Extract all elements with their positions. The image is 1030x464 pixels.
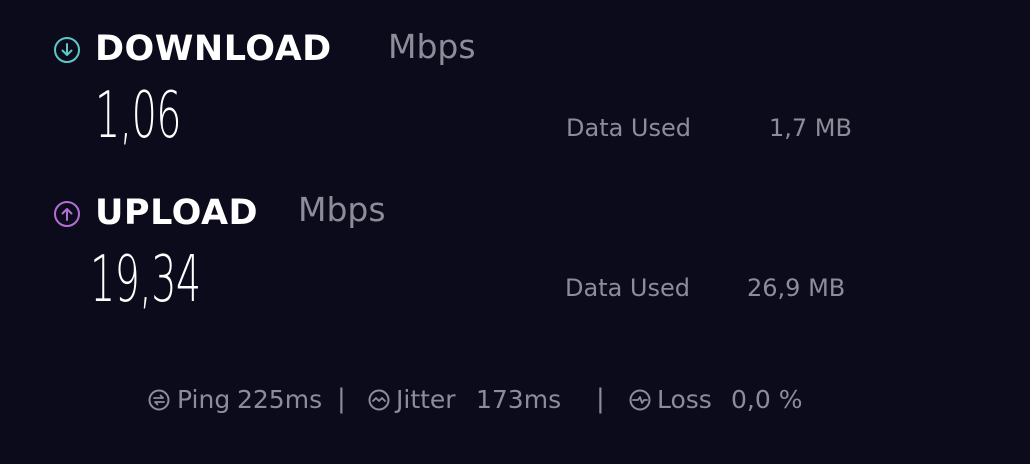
stats-row: Ping 225ms | Jitter 173ms | Loss 0,0 % xyxy=(0,380,1030,420)
upload-data-used-label: Data Used xyxy=(565,274,691,302)
download-data-used-value: 1,7 MB xyxy=(769,114,852,142)
jitter-icon xyxy=(368,389,390,411)
upload-title: UPLOAD xyxy=(95,193,259,233)
download-title: DOWNLOAD xyxy=(95,29,332,69)
loss-label: Loss xyxy=(657,385,712,414)
arrow-down-circle-icon xyxy=(54,37,80,63)
upload-unit: Mbps xyxy=(298,190,386,229)
download-section: DOWNLOAD Mbps 1,06 Data Used 1,7 MB xyxy=(0,0,1030,170)
upload-data-used-value: 26,9 MB xyxy=(747,274,846,302)
upload-section: UPLOAD Mbps 19,34 Data Used 26,9 MB xyxy=(0,180,1030,330)
download-speed-value: 1,06 xyxy=(95,79,181,153)
loss-icon xyxy=(629,389,651,411)
stats-separator: | xyxy=(596,384,605,414)
ping-label: Ping xyxy=(177,385,231,414)
ping-icon xyxy=(148,389,170,411)
download-unit: Mbps xyxy=(388,27,476,66)
upload-speed-value: 19,34 xyxy=(90,243,201,317)
arrow-up-circle-icon xyxy=(54,201,80,227)
ping-value: 225ms xyxy=(237,385,323,414)
stats-separator: | xyxy=(337,384,346,414)
jitter-value: 173ms xyxy=(476,385,562,414)
jitter-label: Jitter xyxy=(396,385,456,414)
loss-value: 0,0 % xyxy=(731,385,803,414)
download-data-used-label: Data Used xyxy=(566,114,692,142)
